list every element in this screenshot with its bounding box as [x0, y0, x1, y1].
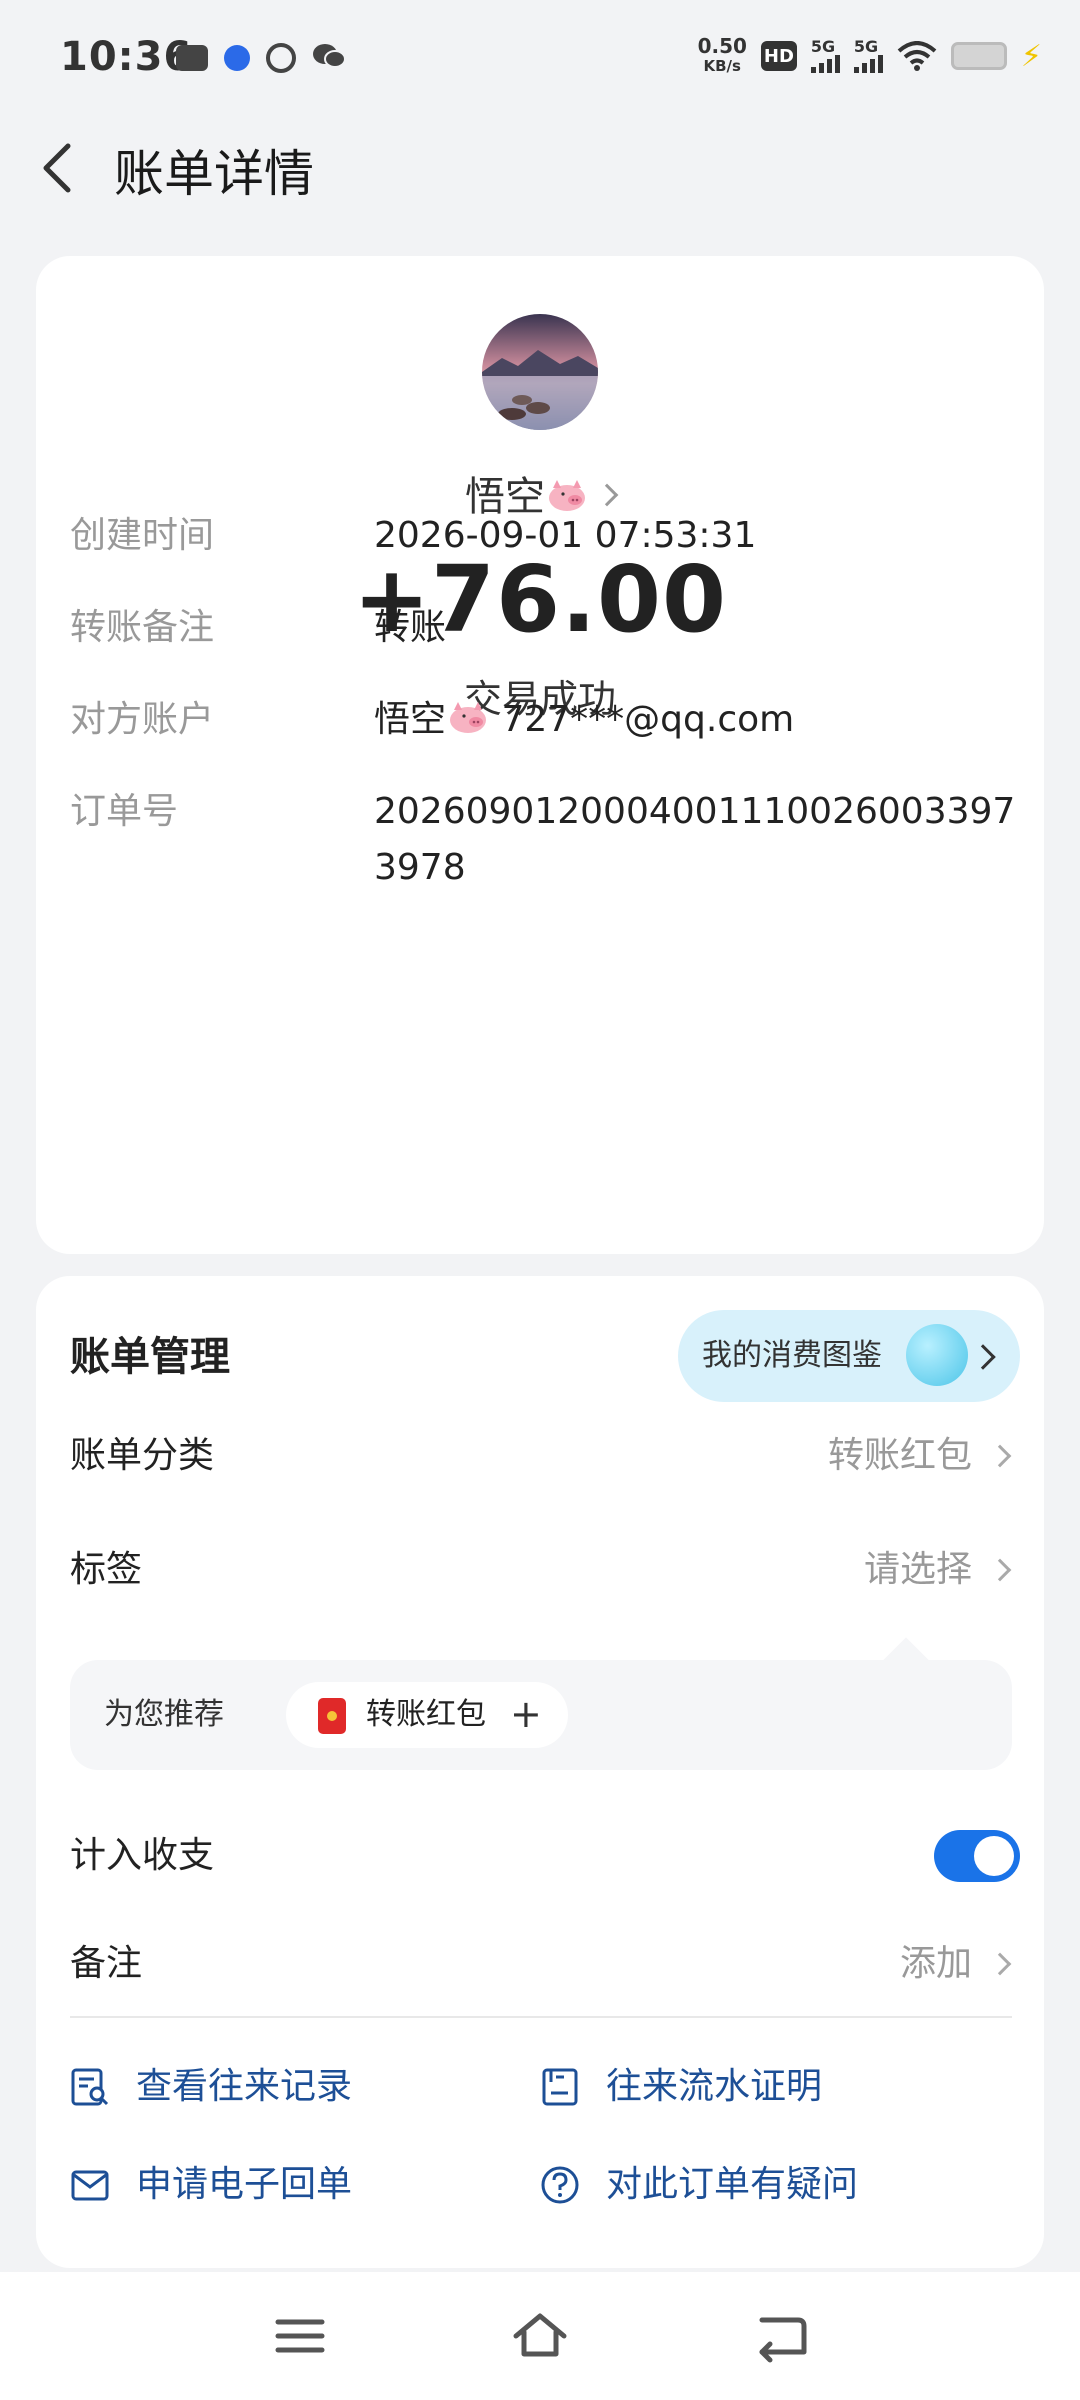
detail-value: 转账: [374, 607, 447, 648]
chevron-right-icon: [988, 1952, 1012, 1976]
divider: [70, 2016, 1012, 2018]
baidu-app-icon: [224, 45, 250, 71]
tag-row[interactable]: 标签 请选择: [70, 1530, 1020, 1610]
detail-value: 2026-09-01 07:53:31: [374, 515, 757, 556]
status-indicators: 0.50 KB/s HD 5G 5G ⚡: [698, 36, 1042, 76]
action-label: 查看往来记录: [136, 2066, 353, 2107]
consumption-atlas-button[interactable]: 我的消费图鉴: [678, 1310, 1020, 1402]
counterparty-name: 悟空: [374, 699, 447, 740]
page-title: 账单详情: [114, 145, 314, 203]
question-icon: [541, 2166, 579, 2204]
battery-icon: [950, 42, 1007, 70]
chevron-right-icon: [595, 483, 619, 507]
row-label: 备注: [70, 1943, 143, 1984]
bill-category-row[interactable]: 账单分类 转账红包: [70, 1416, 1020, 1496]
note-row[interactable]: 备注 添加: [70, 1924, 1020, 2004]
row-label: 计入收支: [70, 1835, 215, 1876]
include-in-budget-row: 计入收支: [70, 1816, 1020, 1896]
system-navigation-bar: [0, 2272, 1080, 2400]
vivo-app-icon: [176, 45, 208, 71]
menu-icon[interactable]: [270, 2306, 330, 2366]
record-search-icon: [71, 2068, 109, 2106]
signal-sim2-icon: 5G: [853, 39, 883, 73]
action-label: 往来流水证明: [606, 2066, 823, 2107]
wechat-app-icon: [312, 42, 346, 74]
row-label: 标签: [70, 1549, 143, 1590]
recommend-label: 为您推荐: [104, 1697, 224, 1732]
mascot-icon: [906, 1324, 968, 1386]
order-number[interactable]: 20260901200040011100260033973978: [374, 784, 1024, 896]
hd-voice-icon: HD: [760, 41, 797, 71]
status-bar: 10:36 0.50 KB/s HD 5G 5G ⚡: [0, 0, 1080, 118]
browser-app-icon: [266, 43, 296, 73]
signal-sim1-icon: 5G: [810, 39, 840, 73]
section-title: 账单管理: [70, 1334, 230, 1380]
row-value: 转账红包: [827, 1435, 972, 1476]
chevron-right-icon: [988, 1444, 1012, 1468]
red-envelope-icon: [318, 1698, 346, 1734]
status-time: 10:36: [60, 34, 193, 80]
detail-label: 转账备注: [70, 607, 215, 648]
statement-icon: [542, 2068, 578, 2106]
detail-label: 订单号: [70, 791, 179, 832]
action-label: 申请电子回单: [136, 2164, 353, 2205]
mail-icon: [71, 2170, 109, 2201]
charging-icon: ⚡: [1020, 38, 1042, 74]
bill-management-card: 账单管理 我的消费图鉴 账单分类 转账红包 标签 请选择 为您推荐 转账红包 +…: [36, 1276, 1044, 2268]
include-in-budget-toggle[interactable]: [934, 1830, 1020, 1882]
chevron-right-icon: [970, 1344, 996, 1370]
atlas-label: 我的消费图鉴: [702, 1338, 882, 1373]
back-button[interactable]: [30, 138, 90, 198]
page-header: 账单详情: [0, 118, 1080, 218]
home-icon[interactable]: [510, 2306, 570, 2366]
row-value: 添加: [899, 1943, 972, 1984]
back-nav-icon[interactable]: [752, 2306, 812, 2366]
wifi-icon: [897, 41, 937, 71]
network-speed: 0.50 KB/s: [697, 34, 747, 75]
detail-value: 悟空 727***@qq.com: [374, 692, 1024, 748]
row-label: 账单分类: [70, 1435, 215, 1476]
payee-avatar[interactable]: [482, 314, 598, 430]
detail-label: 对方账户: [70, 699, 215, 740]
chip-label: 转账红包: [366, 1697, 486, 1732]
action-label: 对此订单有疑问: [606, 2164, 859, 2205]
tag-recommendation-box: 为您推荐 转账红包 +: [70, 1637, 1012, 1770]
row-value: 请选择: [863, 1549, 972, 1590]
plus-icon: +: [510, 1692, 542, 1736]
recommended-tag-chip[interactable]: 转账红包 +: [286, 1682, 568, 1748]
chevron-right-icon: [988, 1558, 1012, 1582]
detail-label: 创建时间: [70, 515, 215, 556]
pig-emoji-icon: [450, 702, 487, 733]
counterparty-account: 727***@qq.com: [490, 699, 795, 740]
notification-icons: [176, 42, 346, 74]
transaction-card: 悟空 +76.00 交易成功 创建时间 2026-09-01 07:53:31 …: [36, 256, 1044, 1254]
